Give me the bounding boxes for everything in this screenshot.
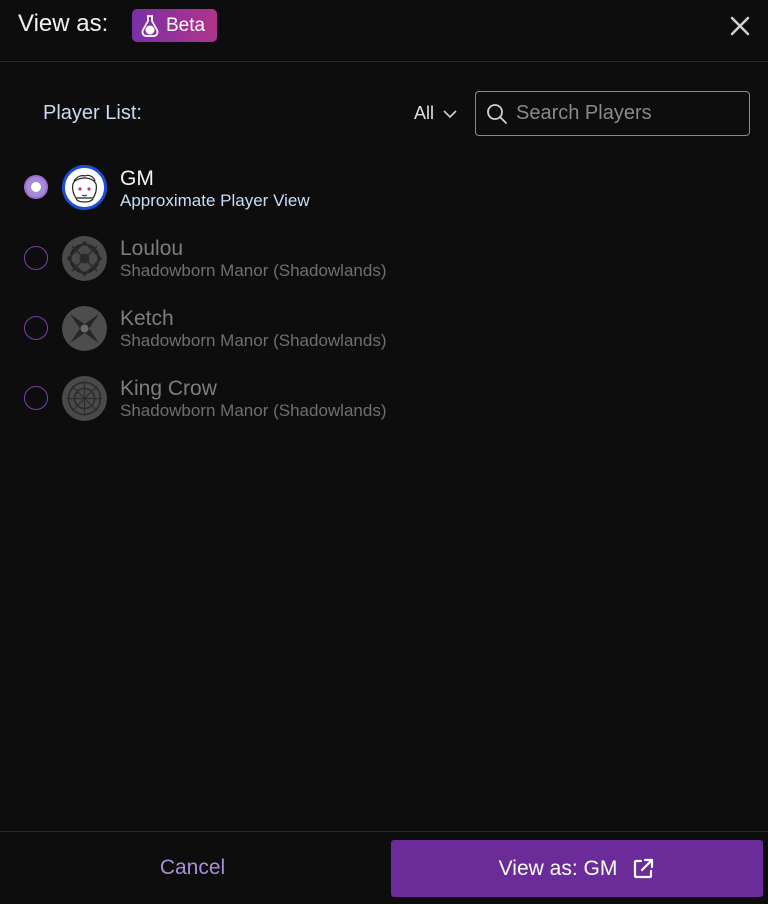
player-name: Ketch (120, 307, 174, 330)
player-subtitle: Approximate Player View (120, 191, 310, 210)
flask-icon (141, 14, 159, 37)
view-as-button[interactable]: View as: GM (391, 840, 763, 897)
search-box[interactable] (475, 91, 750, 136)
player-row-ketch[interactable]: Ketch Shadowborn Manor (Shadowlands) (0, 300, 768, 360)
avatar-loulou (62, 236, 107, 281)
player-row-loulou[interactable]: Loulou Shadowborn Manor (Shadowlands) (0, 230, 768, 290)
player-row-king-crow[interactable]: King Crow Shadowborn Manor (Shadowlands) (0, 370, 768, 430)
player-name: King Crow (120, 377, 217, 400)
avatar-ketch (62, 306, 107, 351)
avatar-king-crow (62, 376, 107, 421)
radio-king-crow[interactable] (24, 386, 48, 410)
modal-footer: Cancel View as: GM (0, 831, 768, 904)
modal-header: View as: Beta (0, 0, 768, 62)
radio-gm[interactable] (24, 175, 48, 199)
player-name: GM (120, 167, 154, 190)
beta-badge: Beta (132, 9, 217, 42)
radio-loulou[interactable] (24, 246, 48, 270)
close-icon[interactable] (728, 14, 752, 38)
filter-value: All (414, 103, 435, 123)
player-subtitle: Shadowborn Manor (Shadowlands) (120, 331, 387, 350)
search-input[interactable] (514, 101, 738, 126)
external-link-icon (634, 858, 654, 878)
filter-dropdown[interactable]: All (414, 103, 458, 124)
player-row-gm[interactable]: GM Approximate Player View (0, 160, 768, 220)
search-icon (487, 103, 507, 124)
player-list-label: Player List: (43, 102, 142, 124)
radio-ketch[interactable] (24, 316, 48, 340)
player-name: Loulou (120, 237, 184, 260)
cancel-button[interactable]: Cancel (0, 832, 385, 904)
beta-label: Beta (166, 14, 206, 36)
modal-title: View as: (18, 10, 109, 37)
player-subtitle: Shadowborn Manor (Shadowlands) (120, 261, 387, 280)
chevron-down-icon (443, 109, 457, 118)
view-as-button-label: View as: GM (498, 856, 618, 880)
player-subtitle: Shadowborn Manor (Shadowlands) (120, 401, 387, 420)
avatar-gm (62, 165, 107, 210)
